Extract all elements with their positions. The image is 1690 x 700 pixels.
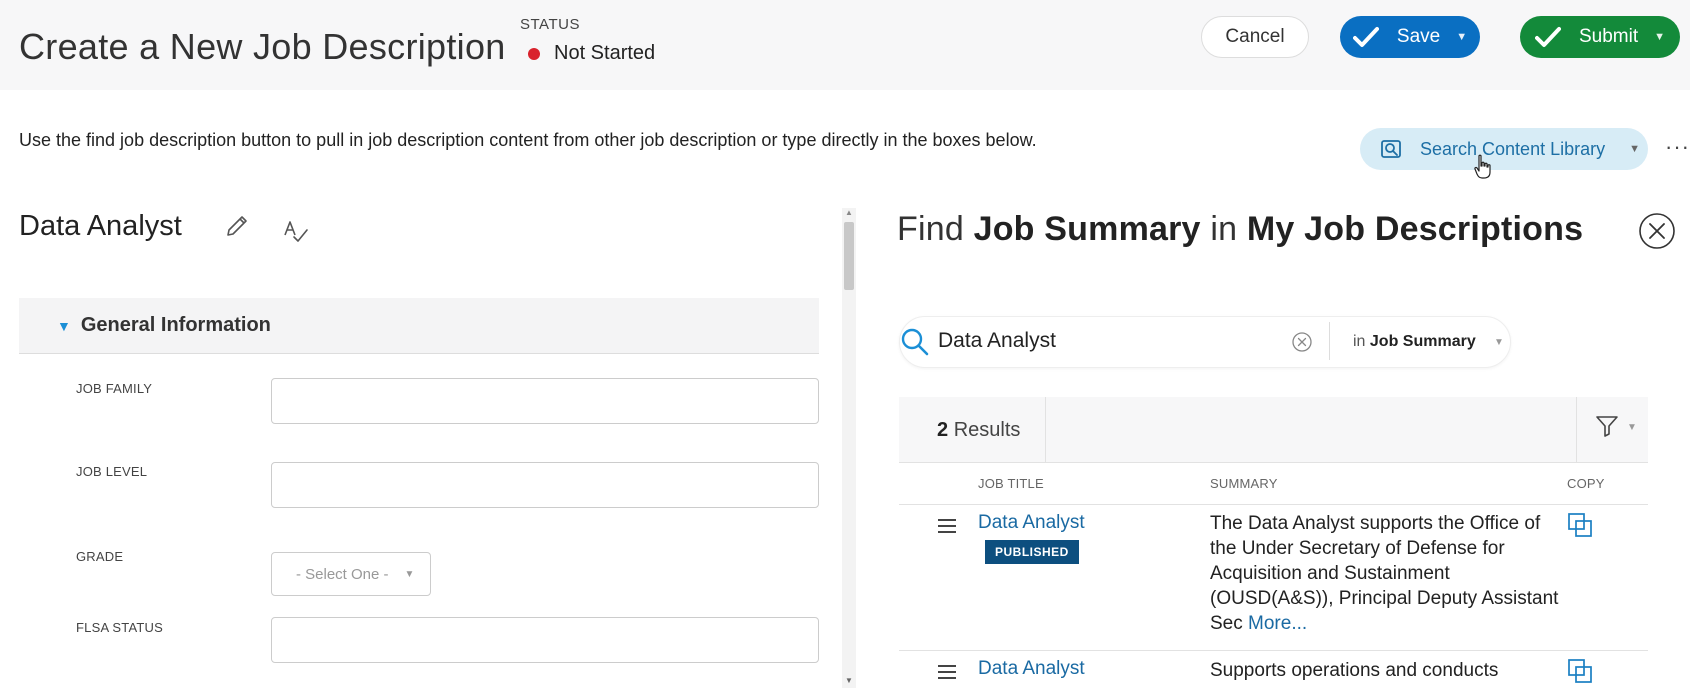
table-header-divider <box>899 504 1648 505</box>
published-badge: PUBLISHED <box>985 540 1079 564</box>
search-icon <box>901 328 929 356</box>
results-count-number: 2 <box>937 419 949 441</box>
scope-prefix: in <box>1353 333 1366 350</box>
status-dot-icon <box>528 47 540 60</box>
job-level-input[interactable] <box>271 462 819 508</box>
scope-value: Job Summary <box>1369 333 1476 350</box>
chevron-down-icon[interactable]: ▼ <box>1627 422 1637 433</box>
status-label: STATUS <box>520 16 580 33</box>
job-title-link[interactable]: Data Analyst <box>978 512 1085 534</box>
status-value: Not Started <box>554 42 656 64</box>
general-information-section[interactable]: ▼ General Information <box>19 298 819 354</box>
cancel-button[interactable]: Cancel <box>1201 16 1309 58</box>
submit-button-label: Submit <box>1578 26 1639 47</box>
submit-dropdown-icon[interactable]: ▼ <box>1654 31 1665 43</box>
spellcheck-icon[interactable] <box>282 217 310 245</box>
search-scope-select[interactable]: in Job Summary <box>1353 333 1476 351</box>
check-icon <box>1352 27 1379 47</box>
search-input[interactable]: Data Analyst <box>938 329 1056 353</box>
find-title-source: My Job Descriptions <box>1246 210 1584 248</box>
job-family-label: JOB FAMILY <box>76 381 153 396</box>
save-button[interactable]: Save ▼ <box>1340 16 1480 58</box>
find-panel-title: Find Job Summary in My Job Descriptions <box>897 210 1583 249</box>
hand-cursor-icon <box>1474 154 1491 179</box>
drag-handle-icon[interactable] <box>937 664 957 680</box>
grade-select[interactable]: - Select One - ▼ <box>271 552 431 596</box>
search-library-icon <box>1381 140 1401 158</box>
filter-icon[interactable] <box>1595 414 1619 438</box>
scrollbar-thumb[interactable] <box>844 222 854 290</box>
column-header-summary: SUMMARY <box>1210 476 1278 491</box>
clear-icon[interactable] <box>1291 331 1313 353</box>
find-title-middle: in <box>1210 210 1238 248</box>
instructions-text: Use the find job description button to p… <box>19 130 1037 150</box>
cancel-button-label: Cancel <box>1225 26 1285 47</box>
submit-button[interactable]: Submit ▼ <box>1520 16 1680 58</box>
page-title: Create a New Job Description <box>19 26 506 67</box>
pencil-icon[interactable] <box>224 213 250 239</box>
more-link[interactable]: More... <box>1248 613 1307 634</box>
table-row-divider <box>899 650 1648 651</box>
more-options-icon[interactable]: ··· <box>1665 134 1690 160</box>
close-icon[interactable] <box>1638 212 1676 250</box>
summary-text: Supports operations and conducts <box>1210 660 1499 681</box>
results-count-label: Results <box>953 419 1021 441</box>
job-level-label: JOB LEVEL <box>76 464 148 479</box>
flsa-status-label: FLSA STATUS <box>76 620 163 635</box>
search-content-library-button[interactable]: Search Content Library ▼ <box>1360 128 1648 170</box>
filter-divider <box>1576 397 1577 463</box>
find-title-prefix: Find <box>897 210 964 248</box>
grade-label: GRADE <box>76 549 124 564</box>
column-header-job-title: JOB TITLE <box>978 476 1044 491</box>
job-title-link[interactable]: Data Analyst <box>978 658 1085 680</box>
summary-text: The Data Analyst supports the Office of … <box>1210 511 1560 636</box>
job-description-title: Data Analyst <box>19 210 182 242</box>
scroll-down-icon[interactable]: ▼ <box>845 676 853 685</box>
scroll-up-icon[interactable]: ▲ <box>845 208 853 217</box>
status-indicator: Not Started <box>528 42 655 65</box>
chevron-down-icon[interactable]: ▼ <box>1494 337 1504 348</box>
search-divider <box>1329 322 1330 360</box>
job-family-input[interactable] <box>271 378 819 424</box>
search-content-library-label: Search Content Library <box>1420 138 1606 159</box>
copy-icon[interactable] <box>1567 512 1593 538</box>
grade-select-value: - Select One - <box>296 565 389 583</box>
chevron-down-icon: ▼ <box>1629 143 1640 155</box>
results-divider <box>1045 397 1046 463</box>
save-dropdown-icon[interactable]: ▼ <box>1456 31 1467 43</box>
collapse-triangle-icon: ▼ <box>57 317 71 334</box>
column-header-copy: COPY <box>1567 476 1605 491</box>
copy-icon[interactable] <box>1567 658 1593 684</box>
save-button-label: Save <box>1396 26 1441 47</box>
section-title: General Information <box>80 314 271 336</box>
drag-handle-icon[interactable] <box>937 518 957 534</box>
results-count: 2 Results <box>937 419 1020 442</box>
flsa-status-input[interactable] <box>271 617 819 663</box>
find-title-section: Job Summary <box>973 210 1201 248</box>
check-icon <box>1534 27 1561 47</box>
chevron-down-icon: ▼ <box>404 568 415 580</box>
